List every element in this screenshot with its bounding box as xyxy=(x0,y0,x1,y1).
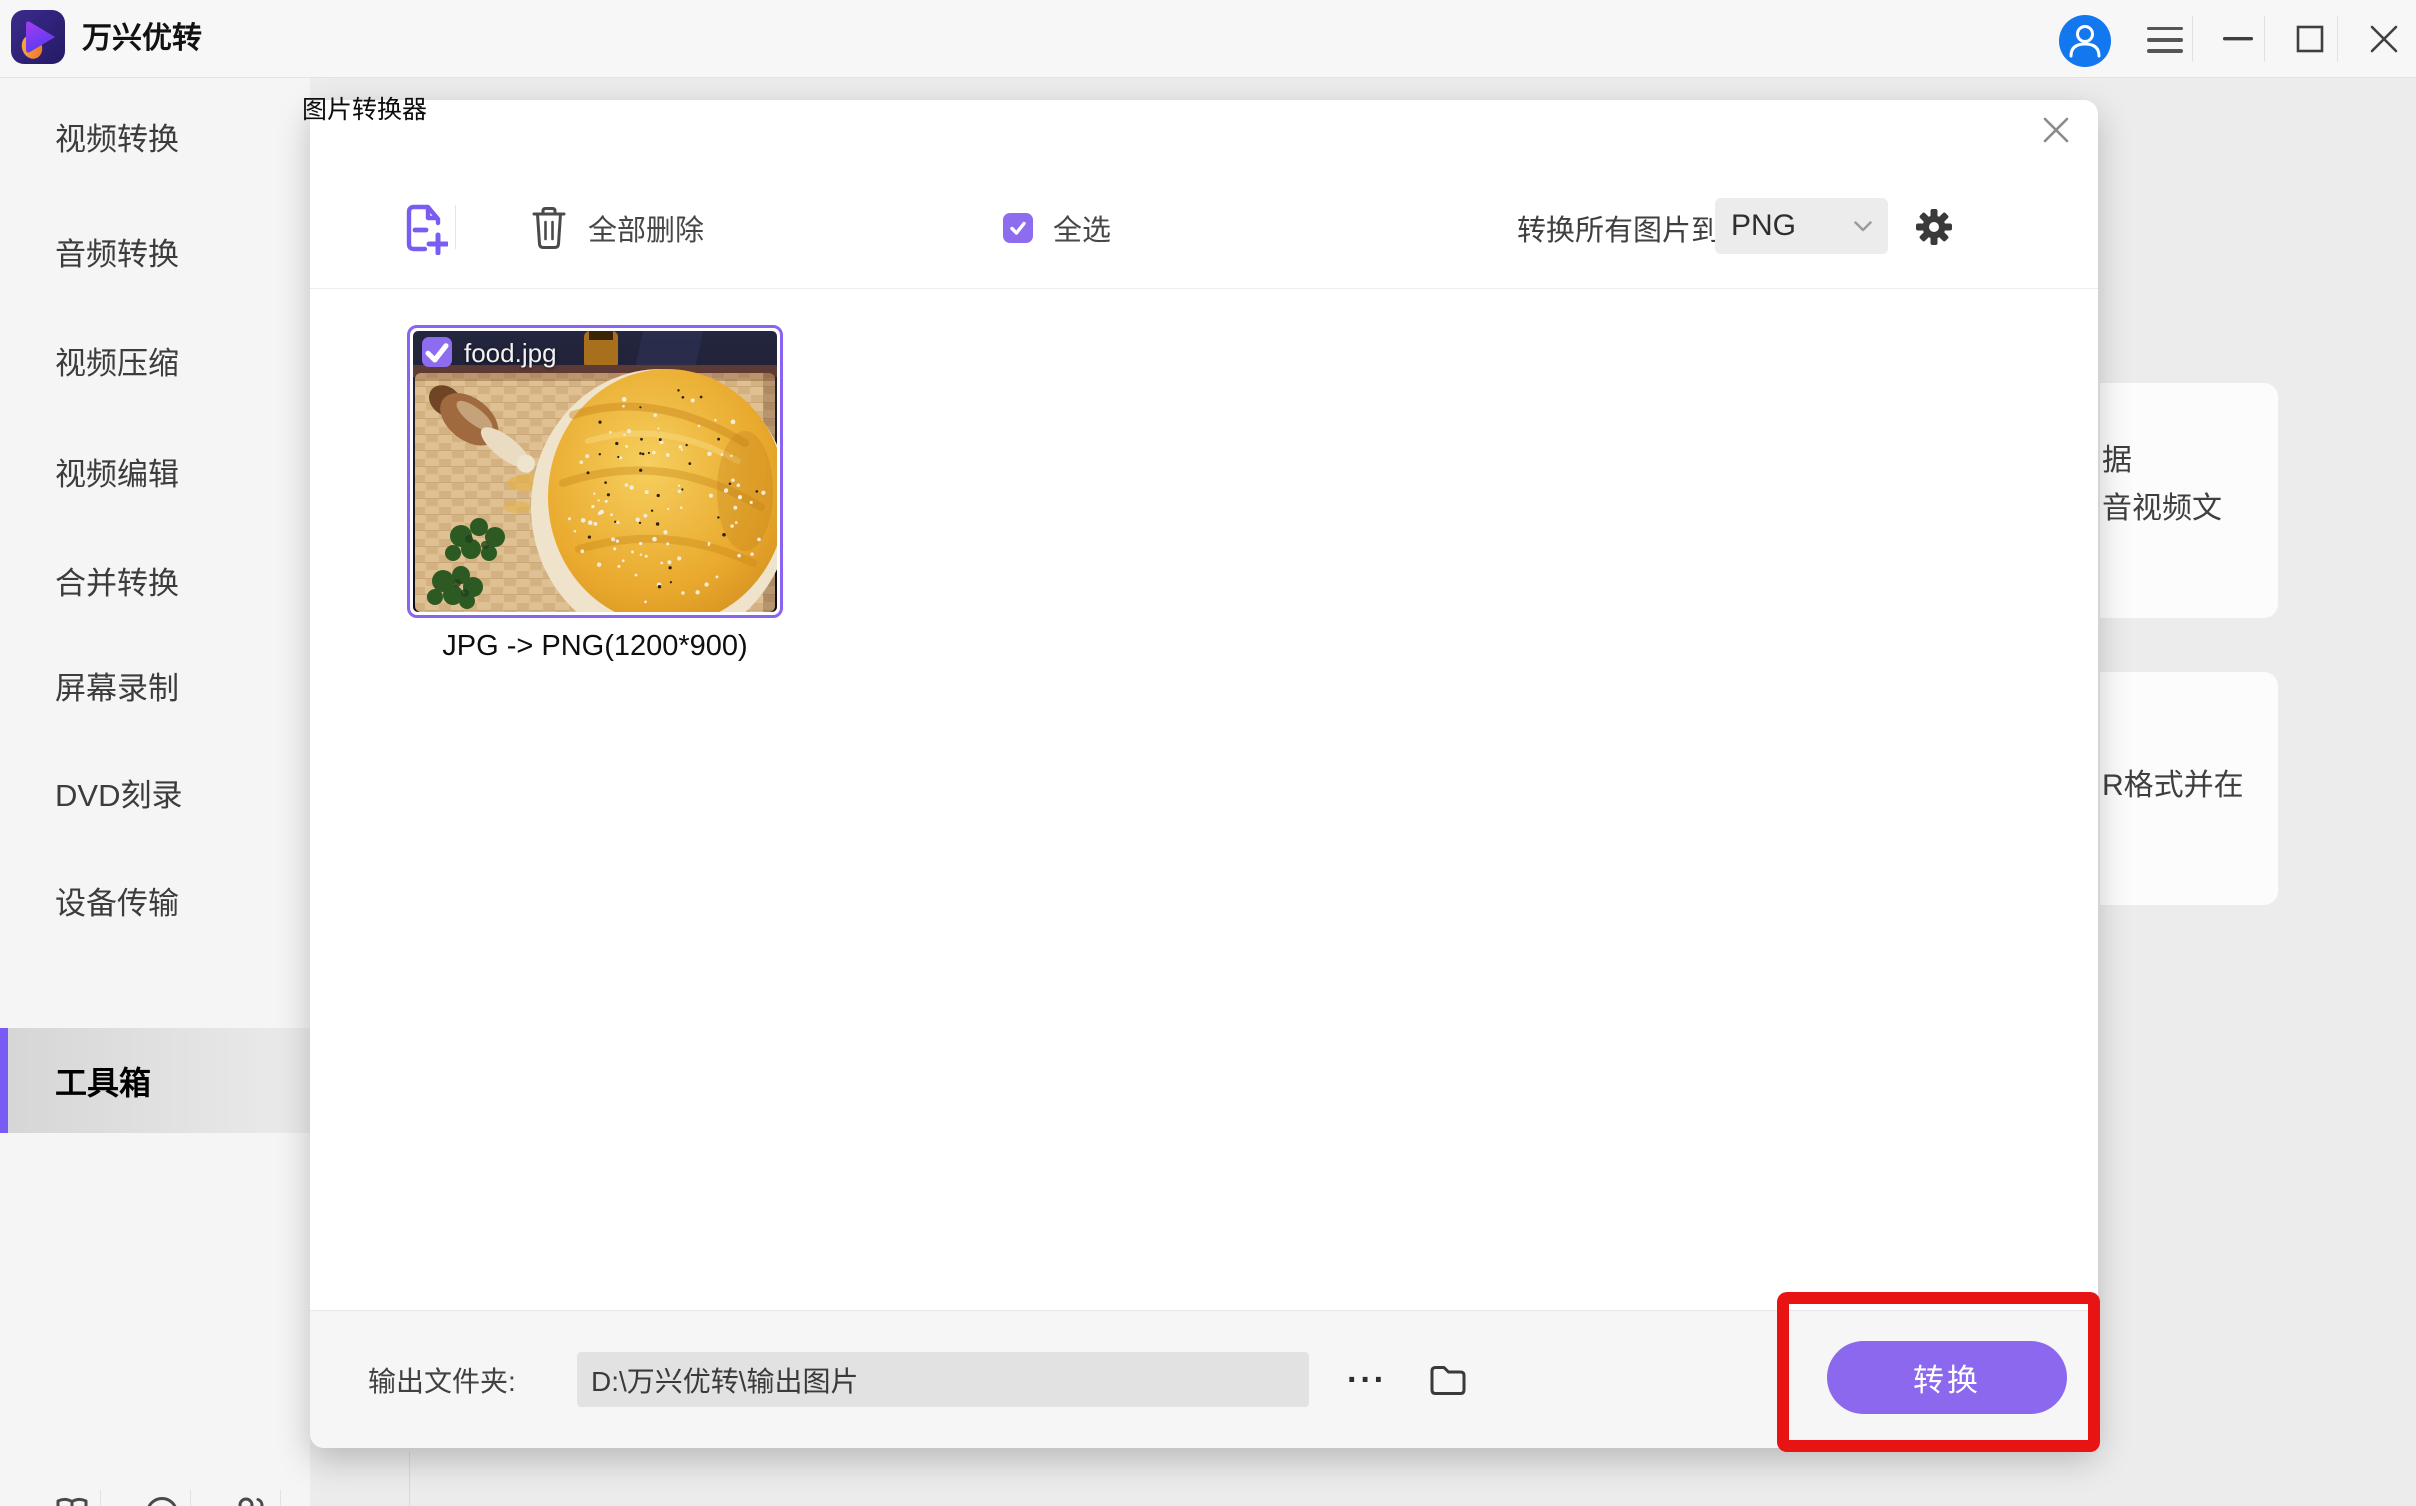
dialog-title: 图片转换器 xyxy=(302,90,427,126)
app-window: 万兴优转 视频转换 音频转换 视频压缩 视频编辑 合并转换 屏幕录制 DVD刻录… xyxy=(0,0,2416,1506)
sidebar-item-toolbox[interactable]: 工具箱 xyxy=(0,1028,310,1133)
browse-more-button[interactable]: ··· xyxy=(1332,1311,1402,1449)
sidebar-footer-separator xyxy=(100,1490,101,1506)
app-title: 万兴优转 xyxy=(82,0,202,78)
sidebar-footer-separator xyxy=(280,1490,281,1506)
convert-to-label: 转换所有图片到: xyxy=(1517,195,1728,261)
convert-button[interactable]: 转换 xyxy=(1827,1341,2067,1414)
sidebar-item-dvd-burn[interactable]: DVD刻录 xyxy=(0,760,310,824)
card-text: 音视频文 xyxy=(2102,483,2274,527)
sidebar-item-merge-convert[interactable]: 合并转换 xyxy=(0,548,310,612)
card-text: 据 xyxy=(2102,435,2274,479)
user-avatar-icon[interactable] xyxy=(2058,14,2112,68)
checkbox-checked-icon xyxy=(1003,213,1033,243)
sidebar-item-video-compress[interactable]: 视频压缩 xyxy=(0,328,310,392)
file-checkbox-checked[interactable] xyxy=(422,337,452,367)
select-all-label: 全选 xyxy=(1053,207,1111,249)
chevron-down-icon xyxy=(1854,221,1872,232)
conversion-caption: JPG -> PNG(1200*900) xyxy=(387,630,803,663)
titlebar-separator xyxy=(2264,16,2265,62)
format-select[interactable]: PNG xyxy=(1715,198,1888,254)
food-thumbnail-image xyxy=(413,331,777,612)
maximize-button[interactable] xyxy=(2280,0,2340,78)
user-guide-book-icon[interactable] xyxy=(52,1492,92,1506)
toolbox-card-partial[interactable]: 据 音视频文 xyxy=(2100,383,2278,618)
sidebar-item-video-convert[interactable]: 视频转换 xyxy=(0,104,310,168)
titlebar-separator xyxy=(2192,16,2193,62)
community-users-icon[interactable] xyxy=(232,1492,272,1506)
file-item-card[interactable]: food.jpg xyxy=(407,325,783,618)
title-bar: 万兴优转 xyxy=(0,0,2416,78)
delete-all-label: 全部删除 xyxy=(588,207,704,249)
sidebar: 视频转换 音频转换 视频压缩 视频编辑 合并转换 屏幕录制 DVD刻录 设备传输… xyxy=(0,78,310,1506)
output-folder-label: 输出文件夹: xyxy=(368,1311,516,1449)
dialog-close-icon[interactable] xyxy=(2038,112,2074,148)
menu-icon[interactable] xyxy=(2147,27,2183,53)
format-selected-value: PNG xyxy=(1731,209,1854,243)
sidebar-item-audio-convert[interactable]: 音频转换 xyxy=(0,219,310,283)
close-window-button[interactable] xyxy=(2354,0,2414,78)
help-question-icon[interactable]: ? xyxy=(142,1492,182,1506)
delete-all-button[interactable]: 全部删除 xyxy=(532,195,704,261)
sidebar-item-device-transfer[interactable]: 设备传输 xyxy=(0,868,310,932)
dialog-footer: 输出文件夹: ··· 转换 xyxy=(310,1310,2098,1448)
toolbar-separator xyxy=(455,205,456,249)
background-panel-edge xyxy=(409,1452,410,1506)
settings-gear-icon[interactable] xyxy=(1916,209,1952,245)
sidebar-item-video-edit[interactable]: 视频编辑 xyxy=(0,439,310,503)
toolbar-divider xyxy=(310,288,2098,289)
output-path-input[interactable] xyxy=(577,1352,1309,1407)
app-logo-icon xyxy=(10,9,66,65)
card-text: R格式并在 xyxy=(2102,760,2274,804)
select-all-checkbox[interactable]: 全选 xyxy=(1003,195,1111,261)
dialog-toolbar: 全部删除 全选 转换所有图片到: PNG xyxy=(310,195,2098,261)
trash-icon xyxy=(532,205,566,251)
file-name: food.jpg xyxy=(464,338,557,369)
open-folder-icon[interactable] xyxy=(1428,1359,1468,1399)
minimize-button[interactable] xyxy=(2208,0,2268,78)
sidebar-item-screen-record[interactable]: 屏幕录制 xyxy=(0,653,310,717)
image-converter-dialog: 全部删除 全选 转换所有图片到: PNG xyxy=(310,100,2098,1448)
toolbox-card-partial[interactable]: R格式并在 xyxy=(2100,672,2278,905)
titlebar-separator xyxy=(2337,16,2338,62)
sidebar-footer-separator xyxy=(190,1490,191,1506)
